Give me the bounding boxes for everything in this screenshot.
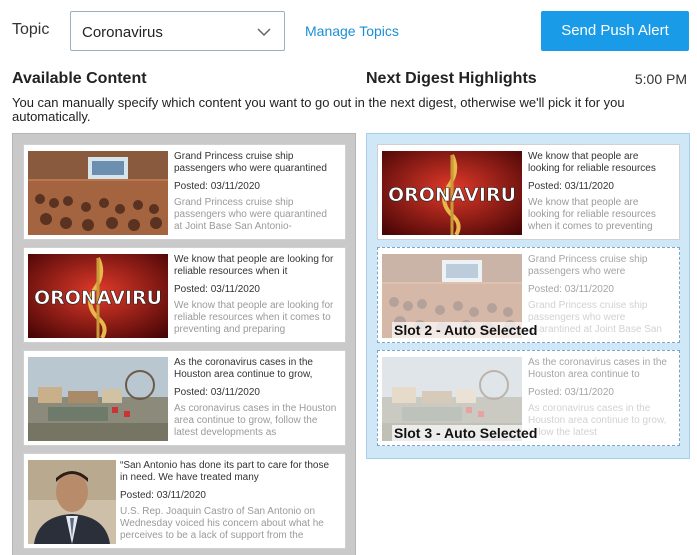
- card-body: As coronavirus cases in the Houston area…: [528, 403, 667, 438]
- content-card[interactable]: ORONAVIRU We know that people are lookin…: [23, 247, 346, 343]
- svg-text:ORONAVIRU: ORONAVIRU: [34, 287, 162, 309]
- content-card[interactable]: “San Antonio has done its part to care f…: [23, 453, 346, 549]
- card-title: Grand Princess cruise ship passengers wh…: [174, 151, 327, 174]
- card-text: We know that people are looking for reli…: [528, 151, 671, 233]
- card-title: “San Antonio has done its part to care f…: [120, 460, 330, 483]
- card-body: As coronavirus cases in the Houston area…: [174, 403, 337, 438]
- content-card[interactable]: Grand Princess cruise ship passengers wh…: [23, 144, 346, 240]
- card-date: Posted: 03/11/2020: [174, 387, 260, 398]
- card-text: As the coronavirus cases in the Houston …: [174, 357, 337, 439]
- card-text: Grand Princess cruise ship passengers wh…: [174, 151, 337, 233]
- digest-slot-3[interactable]: As the coronavirus cases in the Houston …: [377, 350, 680, 446]
- card-body: Grand Princess cruise ship passengers wh…: [174, 197, 327, 232]
- send-push-alert-button[interactable]: Send Push Alert: [541, 11, 689, 51]
- svg-text:ORONAVIRU: ORONAVIRU: [388, 184, 516, 206]
- card-text: “San Antonio has done its part to care f…: [120, 460, 337, 542]
- available-content-panel: Grand Princess cruise ship passengers wh…: [12, 133, 356, 555]
- digest-slot-2[interactable]: Grand Princess cruise ship passengers wh…: [377, 247, 680, 343]
- card-text: Grand Princess cruise ship passengers wh…: [528, 254, 671, 336]
- manage-topics-link[interactable]: Manage Topics: [305, 23, 399, 39]
- card-date: Posted: 03/11/2020: [174, 181, 260, 192]
- card-body: We know that people are looking for reli…: [528, 197, 656, 232]
- chevron-down-icon: [257, 28, 271, 37]
- next-digest-title: Next Digest Highlights: [366, 70, 537, 87]
- digest-slot-1[interactable]: ORONAVIRU We know that people are lookin…: [377, 144, 680, 240]
- carnival-aerial-photo: [28, 357, 168, 441]
- card-body: Grand Princess cruise ship passengers wh…: [528, 300, 662, 335]
- politician-portrait: [28, 460, 116, 544]
- card-text: We know that people are looking for reli…: [174, 254, 337, 336]
- next-digest-panel: ORONAVIRU We know that people are lookin…: [366, 133, 690, 459]
- card-date: Posted: 03/11/2020: [528, 387, 614, 398]
- description-text: You can manually specify which content y…: [12, 95, 625, 124]
- card-date: Posted: 03/11/2020: [174, 284, 260, 295]
- slot-auto-selected-label: Slot 3 - Auto Selected: [392, 425, 540, 441]
- card-title: We know that people are looking for reli…: [174, 254, 334, 277]
- topic-select-value: Coronavirus: [82, 24, 163, 41]
- coronavirus-graphic: ORONAVIRU: [28, 254, 168, 338]
- card-body: U.S. Rep. Joaquin Castro of San Antonio …: [120, 506, 324, 541]
- card-title: As the coronavirus cases in the Houston …: [174, 357, 313, 380]
- coronavirus-graphic: ORONAVIRU: [382, 151, 522, 235]
- content-card[interactable]: As the coronavirus cases in the Houston …: [23, 350, 346, 446]
- card-body: We know that people are looking for reli…: [174, 300, 334, 335]
- card-date: Posted: 03/11/2020: [120, 490, 206, 501]
- available-content-title: Available Content: [12, 70, 147, 87]
- card-date: Posted: 03/11/2020: [528, 181, 614, 192]
- digest-time: 5:00 PM: [634, 71, 687, 87]
- card-title: We know that people are looking for reli…: [528, 151, 656, 174]
- card-title: Grand Princess cruise ship passengers wh…: [528, 254, 648, 277]
- card-title: As the coronavirus cases in the Houston …: [528, 357, 667, 380]
- card-date: Posted: 03/11/2020: [528, 284, 614, 295]
- topic-select[interactable]: Coronavirus: [70, 11, 285, 51]
- topic-label: Topic: [12, 21, 50, 38]
- card-text: As the coronavirus cases in the Houston …: [528, 357, 671, 439]
- slot-auto-selected-label: Slot 2 - Auto Selected: [392, 322, 540, 338]
- briefing-room-photo: [28, 151, 168, 235]
